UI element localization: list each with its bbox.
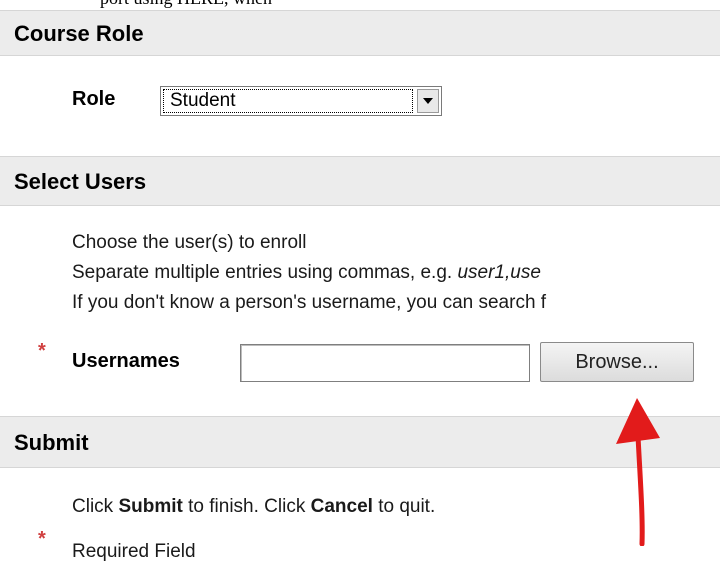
role-select-value: Student [163,89,413,113]
submit-instructions: Click Submit to finish. Click Cancel to … [72,496,435,518]
top-cut-text: port using HERE, when [100,0,272,9]
usernames-label: Usernames [72,350,180,372]
instruction-line-2: Separate multiple entries using commas, … [72,262,541,284]
usernames-input[interactable] [240,344,530,382]
instruction-line-2-prefix: Separate multiple entries using commas, … [72,262,458,283]
top-cut-text-area: port using HERE, when [0,0,720,10]
section-header-select-users: Select Users [0,156,720,206]
role-select-dropdown-button[interactable] [417,89,439,113]
section-title: Course Role [14,21,144,46]
red-arrow-annotation-icon [616,398,660,546]
section-title: Submit [14,430,89,455]
role-select[interactable]: Student [160,86,442,116]
required-asterisk: * [38,528,46,550]
section-header-course-role: Course Role [0,10,720,56]
submit-text-part: Click [72,496,119,517]
required-asterisk: * [38,340,46,362]
browse-button[interactable]: Browse... [540,342,694,382]
instruction-line-3: If you don't know a person's username, y… [72,292,547,313]
section-title: Select Users [14,169,147,194]
required-field-label: Required Field [72,541,196,562]
instruction-line-2-example: user1,use [457,262,541,283]
role-label: Role [72,88,116,110]
instruction-line-1: Choose the user(s) to enroll [72,232,307,253]
cancel-word: Cancel [310,496,373,517]
submit-word: Submit [118,496,183,517]
submit-text-part: to quit. [372,496,436,517]
submit-text-part: to finish. Click [182,496,311,517]
chevron-down-icon [423,98,433,104]
